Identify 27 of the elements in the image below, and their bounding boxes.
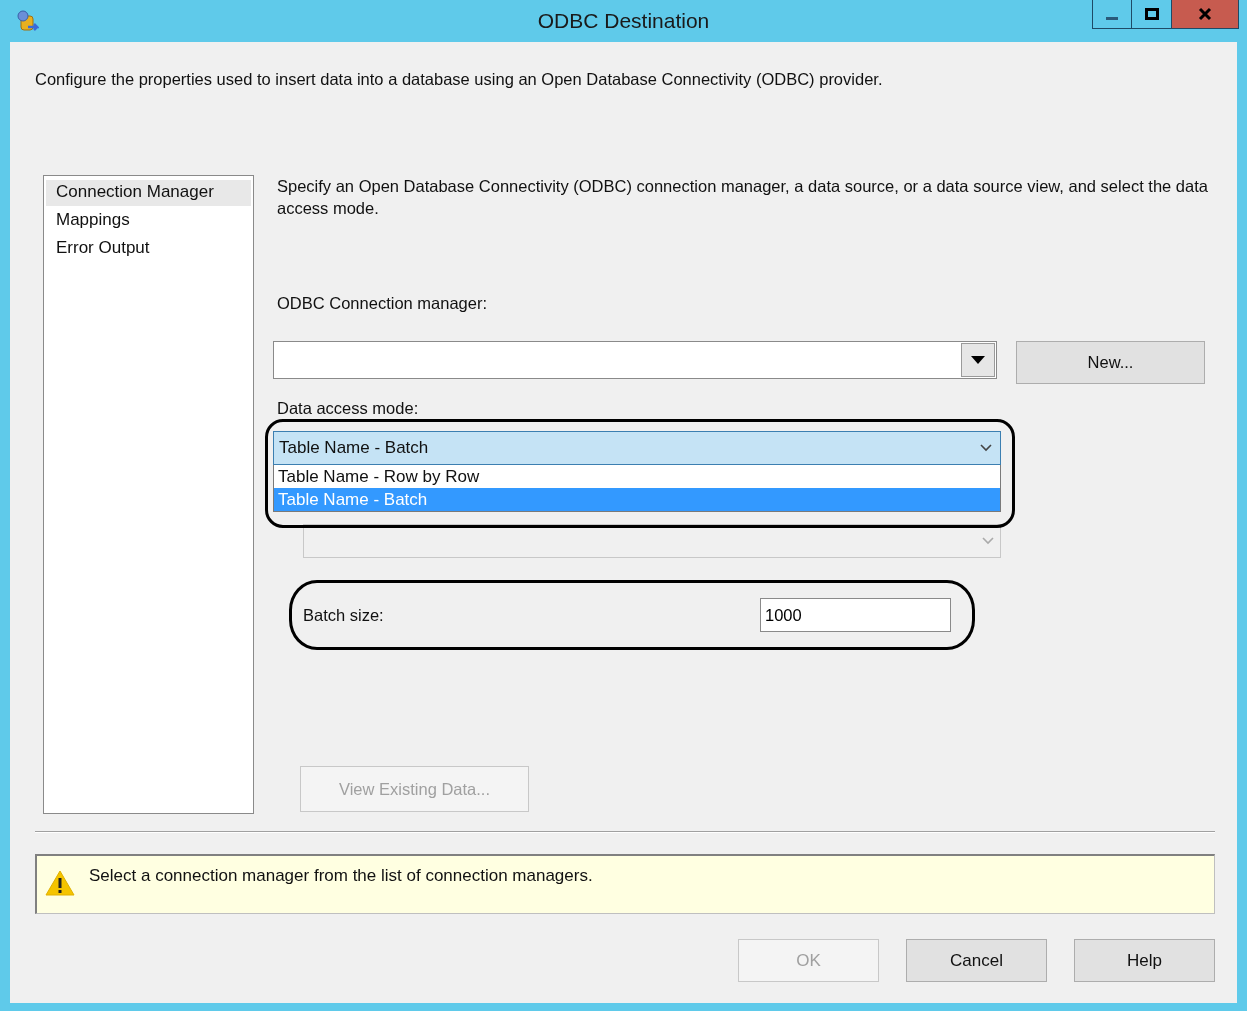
field-label: Batch size: — [303, 605, 385, 625]
navigation-item[interactable]: Connection Manager — [46, 180, 251, 206]
dialog-button[interactable]: Cancel — [906, 939, 1047, 982]
chevron-down-icon — [982, 537, 994, 545]
dialog-button[interactable]: Help — [1074, 939, 1215, 982]
close-button[interactable] — [1172, 0, 1239, 29]
navigation-item[interactable]: Error Output — [46, 236, 251, 262]
dropdown-arrow-icon — [970, 355, 986, 365]
minimize-button[interactable] — [1092, 0, 1132, 29]
close-icon — [1197, 6, 1213, 22]
app-icon — [15, 9, 39, 33]
window-title: ODBC Destination — [536, 9, 711, 33]
connection-dropdown[interactable] — [273, 341, 997, 379]
field-label: ODBC Connection manager: — [276, 294, 489, 313]
chevron-down-icon — [980, 444, 992, 452]
navigation-item[interactable]: Mappings — [46, 208, 251, 234]
new-button[interactable]: New... — [1016, 341, 1205, 384]
warning-icon — [45, 870, 75, 896]
access-mode-dropdown[interactable]: Table Name - Batch — [273, 431, 1001, 465]
dialog-description: Configure the properties used to insert data into a database using an Open Database Connectivity (ODBC) provider. — [35, 70, 884, 89]
maximize-icon — [1143, 6, 1160, 22]
dropdown-option[interactable]: Table Name - Row by Row — [274, 465, 1000, 488]
field-label: Data access mode: — [276, 399, 420, 418]
panel-description: Specify an Open Database Connectivity (ODBC) connection manager, a data source, or a data source view, and select the data access mode. — [276, 176, 1209, 219]
warning-message: Select a connection manager from the list of connection managers. — [89, 866, 593, 886]
minimize-icon — [1106, 16, 1118, 20]
batch-size-input[interactable]: 1000 — [760, 598, 951, 632]
